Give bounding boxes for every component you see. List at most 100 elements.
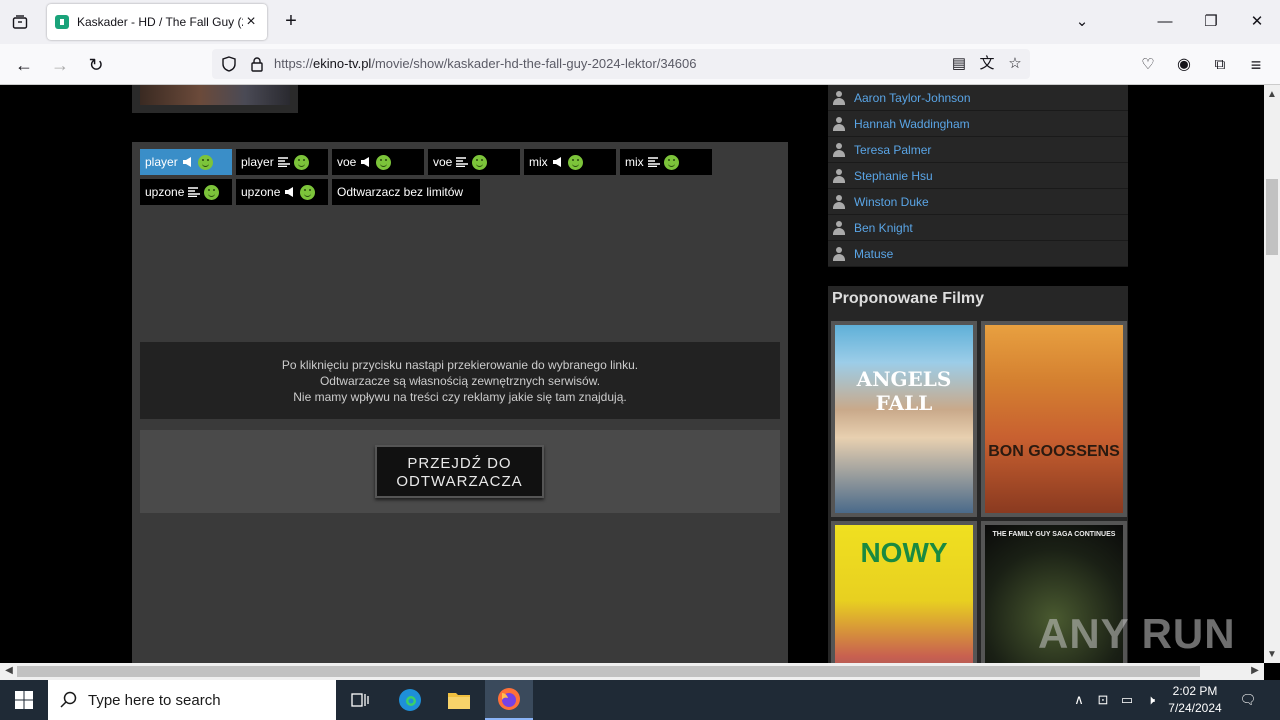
nav-bar: ← → ↻ https://ekino-tv.pl/movie/show/kas… bbox=[0, 44, 1280, 85]
cast-link[interactable]: Hannah Waddingham bbox=[854, 117, 970, 131]
vertical-scrollbar[interactable]: ▲ ▼ bbox=[1264, 85, 1280, 663]
proposed-heading: Proponowane Filmy bbox=[832, 290, 985, 307]
network-icon[interactable]: ▭ bbox=[1118, 691, 1136, 709]
smiley-icon bbox=[567, 154, 583, 170]
new-tab-icon[interactable]: + bbox=[280, 11, 302, 33]
vertical-scroll-thumb[interactable] bbox=[1266, 179, 1278, 255]
volume-icon[interactable]: 🕨 bbox=[1142, 691, 1160, 709]
translate-icon[interactable]: 文 bbox=[978, 55, 996, 73]
subtitles-icon bbox=[277, 157, 290, 167]
forward-icon[interactable]: → bbox=[47, 52, 73, 78]
close-window-icon[interactable]: ✕ bbox=[1245, 10, 1269, 34]
smiley-icon bbox=[300, 184, 316, 200]
server-tab-mix-napisy[interactable]: mix bbox=[620, 149, 712, 175]
scroll-left-icon[interactable]: ◀ bbox=[1, 663, 17, 679]
clock[interactable]: 2:02 PM 7/24/2024 bbox=[1160, 683, 1230, 717]
redirect-notice: Po kliknięciu przycisku nastąpi przekier… bbox=[140, 342, 780, 419]
movie-poster: ANGELS FALL bbox=[835, 325, 973, 513]
cast-link[interactable]: Teresa Palmer bbox=[854, 143, 931, 157]
task-view-icon[interactable] bbox=[336, 680, 384, 720]
menu-icon[interactable]: ≡ bbox=[1243, 52, 1269, 78]
movie-poster-fragment bbox=[132, 85, 298, 113]
horizontal-scroll-thumb[interactable] bbox=[17, 666, 1200, 677]
notice-line-3: Nie mamy wpływu na treści czy reklamy ja… bbox=[293, 390, 627, 404]
taskbar: Type here to search ∧ ⊡ ▭ 🕨 2:02 PM 7/24… bbox=[0, 680, 1280, 720]
go-to-player-button[interactable]: PRZEJDŹ DO ODTWARZACZA bbox=[375, 445, 544, 498]
taskbar-search[interactable]: Type here to search bbox=[48, 680, 336, 720]
cast-link[interactable]: Winston Duke bbox=[854, 195, 929, 209]
megaphone-icon bbox=[182, 157, 191, 167]
tab-list-icon[interactable] bbox=[8, 10, 32, 34]
proposed-movie-card[interactable]: NOWY bbox=[831, 521, 977, 663]
poster-caption: ANGELS FALL bbox=[856, 367, 952, 415]
cast-item: Winston Duke bbox=[828, 189, 1128, 215]
bookmark-star-icon[interactable]: ☆ bbox=[1006, 55, 1024, 73]
clock-time: 2:02 PM bbox=[1172, 684, 1218, 698]
notice-line-1: Po kliknięciu przycisku nastąpi przekier… bbox=[281, 358, 639, 372]
scroll-up-icon[interactable]: ▲ bbox=[1264, 87, 1280, 103]
clock-date: 7/24/2024 bbox=[1168, 701, 1222, 715]
cast-link[interactable]: Aaron Taylor-Johnson bbox=[854, 91, 971, 105]
chevron-down-icon[interactable]: ⌄ bbox=[1070, 10, 1094, 34]
scroll-right-icon[interactable]: ▶ bbox=[1247, 663, 1263, 679]
smiley-icon bbox=[293, 154, 309, 170]
anyrun-watermark: ANY RUN bbox=[1038, 610, 1236, 657]
restore-icon[interactable]: ❐ bbox=[1199, 10, 1223, 34]
cast-item: Matuse bbox=[828, 241, 1128, 267]
cast-item: Stephanie Hsu bbox=[828, 163, 1128, 189]
browser-tab[interactable]: Kaskader - HD / The Fall Guy (2 × bbox=[47, 4, 267, 40]
proposed-movie-card[interactable]: BON GOOSSENS bbox=[981, 321, 1127, 517]
smiley-icon bbox=[663, 154, 679, 170]
close-tab-icon[interactable]: × bbox=[243, 14, 259, 30]
cast-link[interactable]: Stephanie Hsu bbox=[854, 169, 933, 183]
firefox-icon[interactable] bbox=[485, 680, 533, 720]
server-tab-voe-napisy[interactable]: voe bbox=[428, 149, 520, 175]
horizontal-scrollbar[interactable]: ◀ ▶ bbox=[0, 663, 1264, 680]
cast-item: Teresa Palmer bbox=[828, 137, 1128, 163]
tray-chevron-up-icon[interactable]: ∧ bbox=[1070, 691, 1088, 709]
account-icon[interactable]: ◉ bbox=[1171, 52, 1197, 78]
url-bar[interactable]: https://ekino-tv.pl/movie/show/kaskader-… bbox=[212, 49, 1030, 79]
notifications-icon[interactable]: 🗨 bbox=[1238, 691, 1258, 709]
megaphone-icon bbox=[361, 157, 370, 167]
windows-start-icon[interactable] bbox=[0, 680, 48, 720]
pocket-icon[interactable]: ♡ bbox=[1135, 52, 1161, 78]
network-device-icon[interactable]: ⊡ bbox=[1094, 691, 1112, 709]
minimize-icon[interactable]: — bbox=[1153, 10, 1177, 34]
poster-caption: BON GOOSSENS bbox=[988, 443, 1120, 460]
server-tab-upzone-lektor[interactable]: upzone bbox=[236, 179, 328, 205]
proposed-movie-card[interactable]: ANGELS FALL bbox=[831, 321, 977, 517]
server-tab-voe-lektor[interactable]: voe bbox=[332, 149, 424, 175]
cast-link[interactable]: Matuse bbox=[854, 247, 893, 261]
search-icon bbox=[60, 691, 77, 708]
lock-icon[interactable] bbox=[248, 55, 266, 73]
cast-item: Ben Knight bbox=[828, 215, 1128, 241]
subtitles-icon bbox=[456, 157, 469, 167]
subtitles-icon bbox=[647, 157, 660, 167]
server-tab-player-napisy[interactable]: player bbox=[236, 149, 328, 175]
cast-link[interactable]: Ben Knight bbox=[854, 221, 913, 235]
extensions-icon[interactable]: ⧉ bbox=[1207, 52, 1233, 78]
reader-view-icon[interactable]: ▤ bbox=[950, 55, 968, 73]
person-icon bbox=[832, 220, 846, 235]
back-icon[interactable]: ← bbox=[11, 52, 37, 78]
player-panel: player player voe voe mix mix upzone upz… bbox=[132, 142, 788, 663]
file-explorer-icon[interactable] bbox=[435, 680, 483, 720]
site-favicon-icon bbox=[55, 15, 69, 29]
movie-poster: NOWY bbox=[835, 525, 973, 663]
cast-list: Aaron Taylor-Johnson Hannah Waddingham T… bbox=[828, 85, 1128, 267]
url-text[interactable]: https://ekino-tv.pl/movie/show/kaskader-… bbox=[274, 56, 697, 71]
server-tab-player-lektor[interactable]: player bbox=[140, 149, 232, 175]
notice-line-2: Odtwarzacze są własnością zewnętrznych s… bbox=[319, 374, 601, 388]
cast-item: Hannah Waddingham bbox=[828, 111, 1128, 137]
scroll-down-icon[interactable]: ▼ bbox=[1264, 647, 1280, 663]
person-icon bbox=[832, 90, 846, 105]
tab-title: Kaskader - HD / The Fall Guy (2 bbox=[77, 15, 243, 29]
server-tab-unlimited[interactable]: Odtwarzacz bez limitów bbox=[332, 179, 480, 205]
person-icon bbox=[832, 168, 846, 183]
reload-icon[interactable]: ↻ bbox=[83, 52, 109, 78]
server-tab-mix-lektor[interactable]: mix bbox=[524, 149, 616, 175]
shield-icon[interactable] bbox=[220, 55, 238, 73]
server-tab-upzone-napisy[interactable]: upzone bbox=[140, 179, 232, 205]
edge-browser-icon[interactable] bbox=[386, 680, 434, 720]
